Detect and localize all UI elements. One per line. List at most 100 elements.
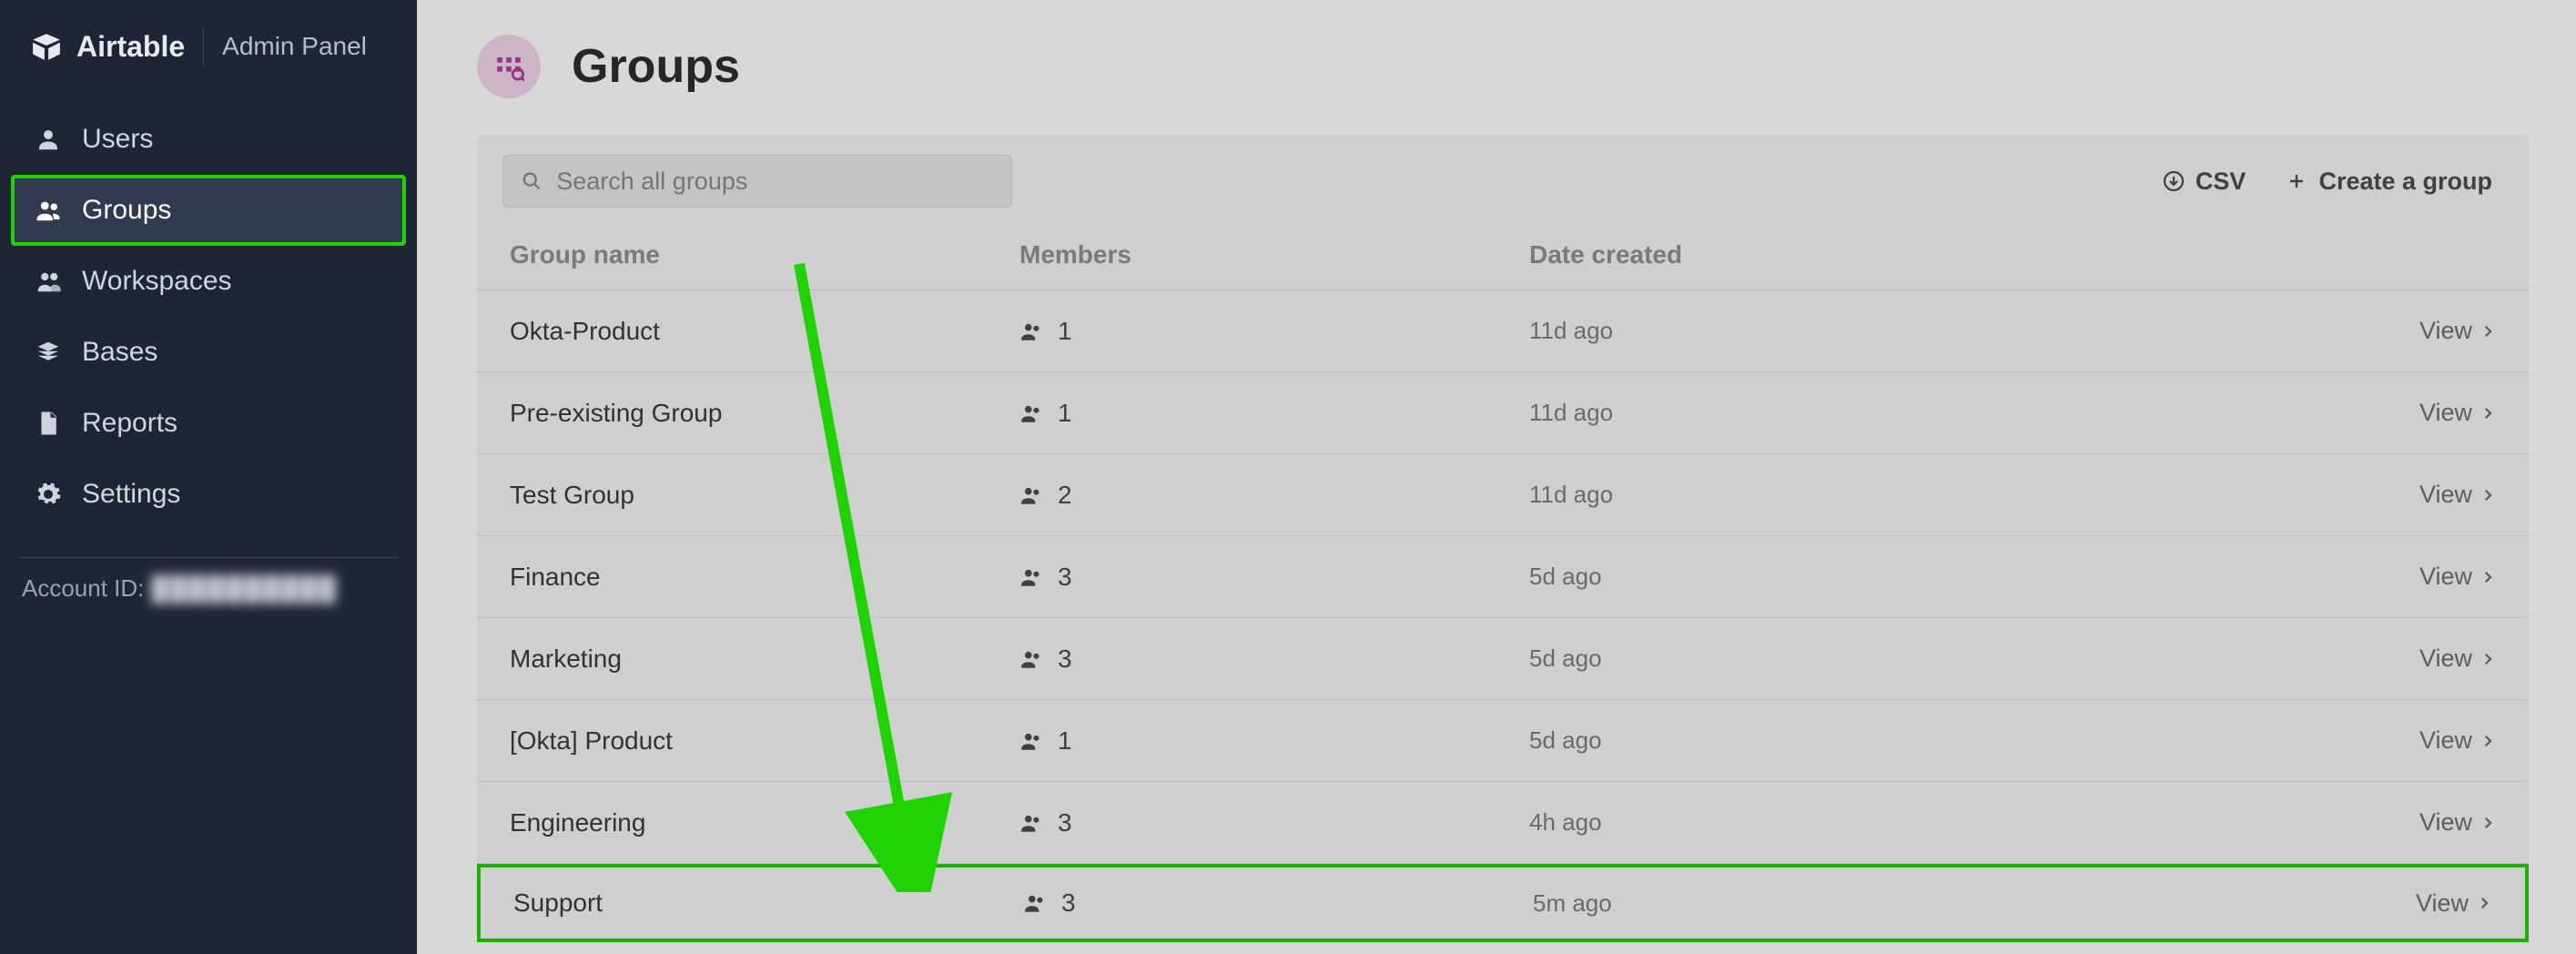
brand-logo[interactable]: Airtable [31, 30, 185, 64]
members-count: 3 [1058, 808, 1072, 837]
view-label: View [2419, 808, 2472, 837]
view-label: View [2419, 644, 2472, 673]
view-link[interactable]: View [2350, 481, 2496, 509]
bases-icon [35, 339, 62, 366]
cell-date: 11d ago [1529, 481, 2350, 509]
chevron-right-icon [2480, 487, 2496, 503]
plus-icon [2286, 170, 2307, 192]
view-label: View [2419, 726, 2472, 755]
account-id-label: Account ID: [22, 574, 144, 603]
table-row[interactable]: Support 3 5m ago View [477, 864, 2529, 942]
reports-icon [35, 410, 62, 437]
members-count: 1 [1058, 317, 1072, 346]
table-row[interactable]: Finance35d agoView [477, 536, 2529, 618]
cell-name: Engineering [510, 808, 1019, 837]
cell-date: 5d ago [1529, 644, 2350, 673]
page-title: Groups [572, 39, 740, 94]
cell-name: Support [513, 888, 1023, 918]
chevron-right-icon [2480, 815, 2496, 831]
sidebar-item-settings[interactable]: Settings [11, 459, 406, 530]
members-icon [1019, 565, 1043, 589]
table-row[interactable]: [Okta] Product15d agoView [477, 700, 2529, 782]
table-row[interactable]: Engineering34h agoView [477, 782, 2529, 864]
workspaces-icon [35, 268, 62, 295]
table-row[interactable]: Test Group 2 11d ago View [477, 454, 2529, 536]
chevron-right-icon [2480, 323, 2496, 340]
airtable-logo-icon [31, 31, 62, 62]
sidebar-item-label: Bases [82, 337, 157, 368]
cell-date: 5d ago [1529, 563, 2350, 591]
cell-members: 3 [1019, 644, 1529, 674]
view-link[interactable]: View [2350, 563, 2496, 591]
members-count: 1 [1058, 726, 1072, 756]
sidebar: Airtable Admin Panel Users Groups Worksp… [0, 0, 417, 954]
sidebar-item-groups[interactable]: Groups [11, 175, 406, 246]
members-icon [1019, 729, 1043, 753]
csv-label: CSV [2196, 167, 2246, 196]
cell-name: Marketing [510, 644, 1019, 674]
sidebar-item-bases[interactable]: Bases [11, 317, 406, 388]
csv-button[interactable]: CSV [2152, 160, 2257, 203]
view-link[interactable]: View [2350, 644, 2496, 673]
chevron-right-icon [2480, 733, 2496, 749]
members-count: 1 [1058, 399, 1072, 428]
header-members[interactable]: Members [1019, 240, 1529, 269]
search-box[interactable] [502, 155, 1012, 208]
cell-members: 1 [1019, 317, 1529, 346]
header-name[interactable]: Group name [510, 240, 1019, 269]
view-link[interactable]: View [2350, 399, 2496, 427]
page-icon-bubble [477, 35, 541, 98]
cell-members: 2 [1019, 481, 1529, 510]
cell-date: 5m ago [1533, 889, 2347, 918]
groups-panel: CSV Create a group Group name Members Da… [477, 135, 2529, 942]
users-icon [35, 197, 62, 224]
sidebar-item-label: Workspaces [82, 266, 232, 297]
panel-toolbar: CSV Create a group [477, 135, 2529, 224]
cell-members: 1 [1019, 726, 1529, 756]
table-row[interactable]: Okta-Product 1 11d agoView [477, 290, 2529, 372]
cell-members: 3 [1019, 808, 1529, 837]
members-count: 3 [1058, 563, 1072, 592]
gear-icon [35, 481, 62, 508]
members-icon [1019, 811, 1043, 835]
create-group-button[interactable]: Create a group [2275, 160, 2503, 203]
cell-date: 11d ago [1529, 399, 2350, 427]
table-header: Group name Members Date created [477, 224, 2529, 290]
view-label: View [2419, 399, 2472, 427]
cell-date: 5d ago [1529, 726, 2350, 755]
create-group-label: Create a group [2318, 167, 2492, 196]
view-link[interactable]: View [2350, 808, 2496, 837]
view-link[interactable]: View [2350, 726, 2496, 755]
view-label: View [2419, 563, 2472, 591]
members-count: 3 [1061, 888, 1076, 918]
user-icon [35, 126, 62, 153]
members-icon [1023, 891, 1047, 915]
view-link[interactable]: View [2350, 317, 2496, 345]
sidebar-item-users[interactable]: Users [11, 104, 406, 175]
divider [203, 27, 204, 66]
table-row[interactable]: Pre-existing Group111d agoView [477, 372, 2529, 454]
sidebar-nav: Users Groups Workspaces Bases Reports Se… [0, 104, 417, 530]
members-count: 2 [1058, 481, 1072, 510]
cell-name: Test Group [510, 481, 1019, 510]
table-row[interactable]: Marketing35d ago View [477, 618, 2529, 700]
view-link[interactable]: View [2347, 889, 2492, 918]
members-icon [1019, 401, 1043, 425]
sidebar-item-reports[interactable]: Reports [11, 388, 406, 459]
download-icon [2163, 170, 2185, 192]
panel-label: Admin Panel [222, 32, 367, 61]
cell-name: Okta-Product [510, 317, 1019, 346]
members-icon [1019, 320, 1043, 343]
brand-name: Airtable [76, 30, 185, 64]
cell-members: 1 [1019, 399, 1529, 428]
chevron-right-icon [2480, 651, 2496, 667]
search-input[interactable] [556, 167, 993, 196]
header-date[interactable]: Date created [1529, 240, 2350, 269]
sidebar-divider [18, 557, 399, 558]
members-icon [1019, 483, 1043, 507]
search-icon [522, 170, 542, 192]
view-label: View [2419, 481, 2472, 509]
cell-date: 11d ago [1529, 317, 2350, 345]
view-label: View [2416, 889, 2469, 918]
sidebar-item-workspaces[interactable]: Workspaces [11, 246, 406, 317]
